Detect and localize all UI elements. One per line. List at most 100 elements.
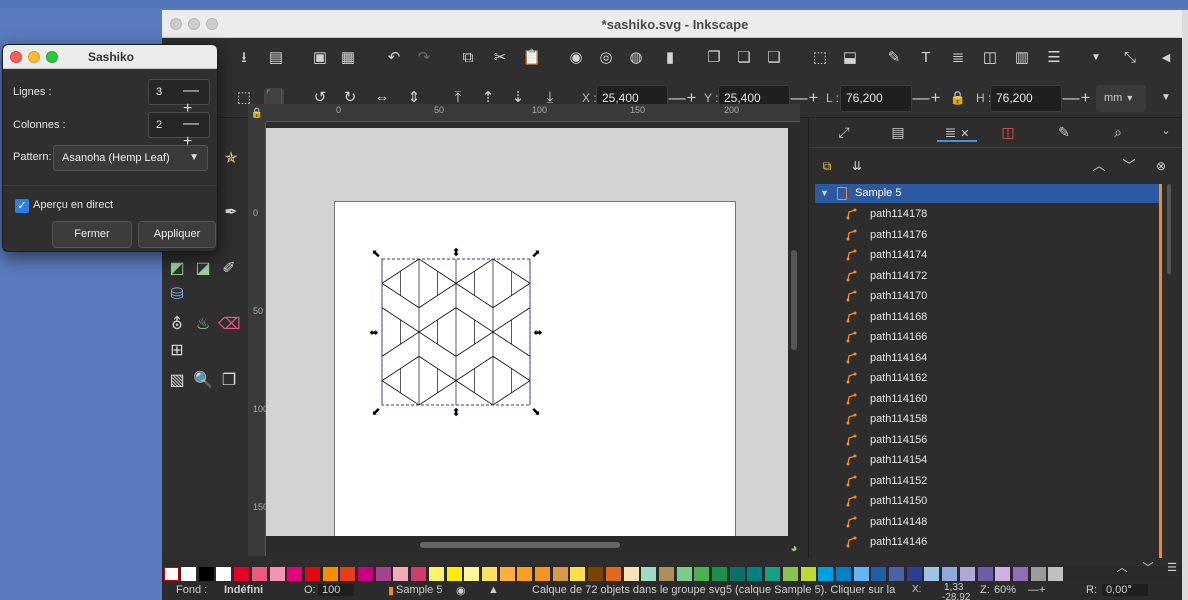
color-swatch[interactable] <box>712 567 727 581</box>
node-tool-icon[interactable]: ◩ <box>166 258 188 280</box>
object-row[interactable]: path114174 <box>815 245 1161 265</box>
columns-value[interactable]: 2 <box>156 119 162 131</box>
color-swatch[interactable] <box>340 567 356 581</box>
object-row[interactable]: path114154 <box>815 450 1161 470</box>
export-icon[interactable]: ▦ <box>338 48 358 68</box>
zoom-value[interactable]: 60% <box>994 584 1016 596</box>
object-row[interactable]: path114160 <box>815 389 1161 409</box>
color-swatch[interactable] <box>269 567 285 581</box>
color-swatch[interactable] <box>181 567 196 581</box>
rows-stepper[interactable]: 3 —+ <box>148 79 210 117</box>
drawing-canvas[interactable]: ⬉ ⬍ ⬈ ⬌ ⬌ ⬋ ⬍ ⬊ <box>266 128 788 546</box>
color-swatch[interactable] <box>871 567 887 581</box>
color-swatch[interactable] <box>304 567 320 581</box>
scale-handle[interactable]: ⬍ <box>451 246 460 259</box>
zoom-tool-icon[interactable]: 🔍 <box>192 370 214 392</box>
color-swatch[interactable] <box>464 567 480 581</box>
columns-stepper[interactable]: 2 —+ <box>148 112 210 150</box>
color-swatch[interactable] <box>782 567 798 581</box>
color-swatch[interactable] <box>676 567 692 581</box>
close-icon[interactable]: ✕ <box>960 128 969 140</box>
zoom-width-icon[interactable]: ▮ <box>660 48 680 68</box>
color-swatch[interactable] <box>623 567 639 581</box>
redo-icon[interactable]: ↷ <box>414 48 434 68</box>
object-row[interactable]: path114178 <box>815 204 1161 224</box>
color-swatch[interactable] <box>1030 567 1046 581</box>
text-font-icon[interactable]: T <box>916 48 936 68</box>
color-swatch[interactable] <box>1012 567 1028 581</box>
clone-icon[interactable]: ❏ <box>734 48 754 68</box>
tab-text-font[interactable]: ✎ <box>1053 124 1075 142</box>
opacity-field[interactable]: 100 <box>318 584 355 596</box>
scale-handle[interactable]: ⬋ <box>371 405 380 418</box>
snap-icon[interactable]: ⤡ <box>1120 48 1140 68</box>
color-swatch[interactable] <box>428 567 444 581</box>
rows-value[interactable]: 3 <box>156 86 162 98</box>
scale-handle[interactable]: ⬌ <box>533 326 542 339</box>
color-swatch[interactable] <box>251 567 267 581</box>
color-swatch[interactable] <box>853 567 869 581</box>
tab-find[interactable]: ⌕ <box>1107 124 1129 142</box>
horizontal-scrollbar[interactable] <box>266 536 788 552</box>
object-row[interactable]: path114164 <box>815 348 1161 368</box>
panel-scrollbar[interactable] <box>1165 184 1173 558</box>
close-button[interactable]: Fermer <box>52 221 132 248</box>
tab-layers-objects[interactable]: ≣ ✕ <box>937 124 977 142</box>
color-swatch[interactable] <box>959 567 975 581</box>
tab-align[interactable]: ▤ <box>887 124 909 142</box>
scale-handle[interactable]: ⬉ <box>371 247 380 260</box>
import-icon[interactable]: ▣ <box>310 48 330 68</box>
scale-handle[interactable]: ⬊ <box>531 405 540 418</box>
objects-icon[interactable]: ☰ <box>1044 48 1064 68</box>
dropper-tool-icon[interactable]: ✐ <box>218 258 240 280</box>
paste-icon[interactable]: 📋 <box>522 48 542 68</box>
color-swatch[interactable] <box>411 567 427 581</box>
object-row[interactable]: path114148 <box>815 512 1161 532</box>
palette-up-icon[interactable]: ︿ <box>1112 558 1132 578</box>
cut-icon[interactable]: ✂ <box>490 48 510 68</box>
color-swatch[interactable] <box>1048 567 1064 581</box>
color-swatch[interactable] <box>570 567 586 581</box>
color-swatch[interactable] <box>924 567 940 581</box>
tab-fill-stroke[interactable]: ◫ <box>997 124 1019 142</box>
scroll-thumb[interactable] <box>791 250 797 350</box>
color-swatch[interactable] <box>517 567 533 581</box>
duplicate-icon[interactable]: ❐ <box>704 48 724 68</box>
lock-icon[interactable]: ▲ <box>488 584 499 596</box>
object-row[interactable]: path114170 <box>815 286 1161 306</box>
current-layer[interactable]: Sample 5 <box>396 584 442 596</box>
lock-guides-icon[interactable]: 🔒 <box>248 104 266 122</box>
object-row[interactable]: path114152 <box>815 471 1161 491</box>
color-swatch[interactable] <box>942 567 958 581</box>
apply-button[interactable]: Appliquer <box>138 221 216 248</box>
unit-select[interactable]: mm ▼ <box>1096 85 1146 112</box>
star-tool-icon[interactable]: ✯ <box>220 148 242 170</box>
live-preview-label[interactable]: Aperçu en direct <box>33 199 113 211</box>
palette-menu-icon[interactable]: ☰ <box>1162 558 1182 578</box>
measure-tool-icon[interactable]: ⛢ <box>166 314 188 336</box>
object-row[interactable]: path114172 <box>815 266 1161 286</box>
rotation-field[interactable]: 0,00° <box>1102 584 1148 596</box>
color-swatch[interactable] <box>977 567 993 581</box>
no-paint-swatch[interactable] <box>164 567 179 581</box>
object-row[interactable]: path114176 <box>815 225 1161 245</box>
lock-icon[interactable]: 🔒 <box>948 88 968 108</box>
color-swatch[interactable] <box>499 567 515 581</box>
scroll-thumb[interactable] <box>1167 184 1171 274</box>
object-row[interactable]: path114150 <box>815 491 1161 511</box>
scale-handle[interactable]: ⬈ <box>531 247 540 260</box>
palette-down-icon[interactable]: ﹀ <box>1138 558 1158 578</box>
zoom-selection-icon[interactable]: ◉ <box>566 48 586 68</box>
color-swatch[interactable] <box>818 567 834 581</box>
object-row[interactable]: path114158 <box>815 409 1161 429</box>
color-swatch[interactable] <box>658 567 674 581</box>
height-field[interactable]: 76,200 <box>990 85 1062 112</box>
zoom-drawing-icon[interactable]: ◎ <box>596 48 616 68</box>
pattern-select[interactable]: Asanoha (Hemp Leaf) ▼ <box>53 145 208 171</box>
width-stepper[interactable]: —+ <box>912 85 942 112</box>
scale-handle[interactable]: ⬌ <box>369 326 378 339</box>
tweak-tool-icon[interactable]: ◪ <box>192 258 214 280</box>
layer-options-icon[interactable]: ⇊ <box>847 156 867 176</box>
document-tool-icon[interactable]: ❐ <box>218 370 240 392</box>
move-down-icon[interactable]: ﹀ <box>1119 156 1139 176</box>
